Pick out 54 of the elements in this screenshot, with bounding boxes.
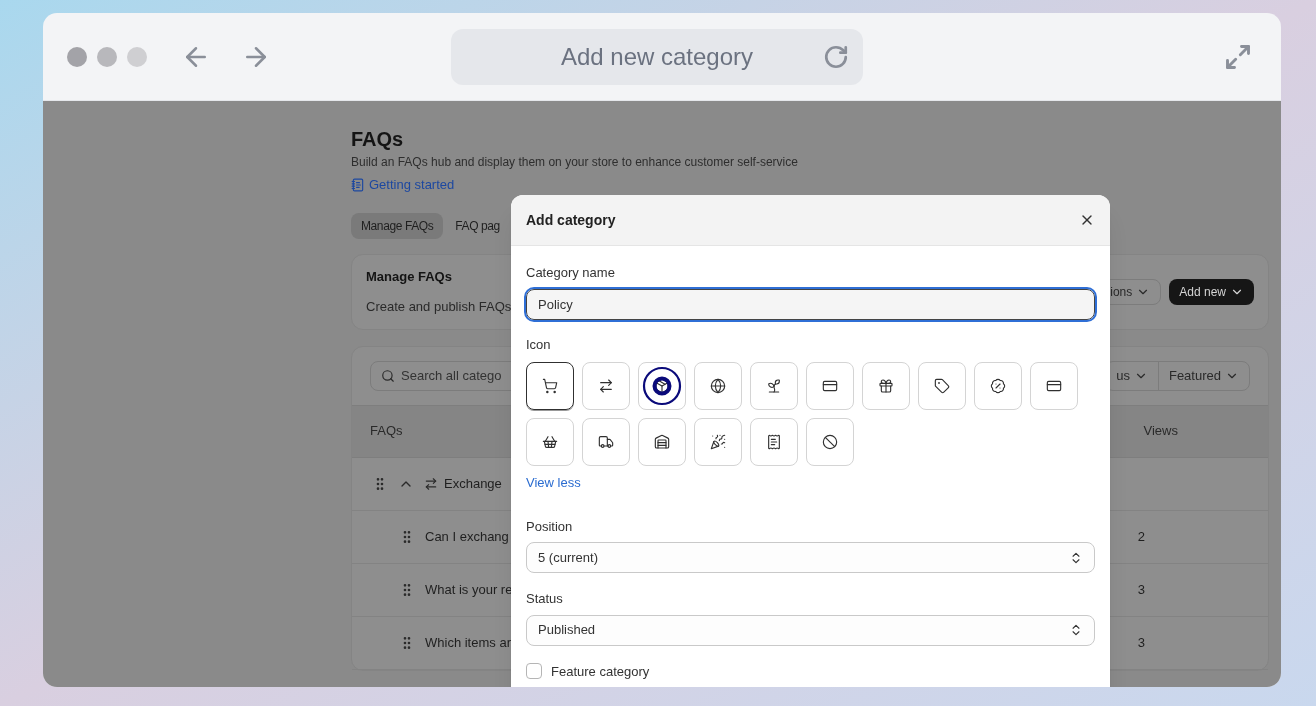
dialog-title: Add category: [526, 210, 616, 230]
prohibited-icon: [822, 434, 838, 450]
gift-icon: [878, 378, 894, 394]
page-title: Add new category: [560, 41, 754, 72]
card-icon: [822, 378, 838, 394]
faq-question: Which items ar: [425, 633, 511, 652]
field-label: Category name: [526, 264, 616, 282]
column-header: FAQs: [370, 422, 403, 441]
store-icon: [654, 434, 670, 450]
percent-badge-icon: [990, 378, 1006, 394]
checkbox-label: Feature category: [551, 662, 650, 681]
page-title: FAQs: [351, 127, 405, 151]
add-new-button[interactable]: Add new: [1169, 278, 1254, 305]
exchange-arrows-icon: [424, 476, 438, 491]
field-label: Status: [526, 590, 564, 608]
category-name-field[interactable]: Policy: [526, 288, 1095, 320]
sprout-icon: [766, 378, 782, 394]
icon-option[interactable]: [526, 362, 574, 410]
feature-checkbox[interactable]: [526, 663, 542, 680]
click-indicator-icon: [642, 366, 682, 406]
truck-icon: [598, 434, 614, 450]
party-popper-icon: [710, 434, 726, 450]
filter-button[interactable]: Featured: [1157, 361, 1249, 390]
exchange-arrows-icon: [598, 378, 614, 394]
tab[interactable]: FAQ pag: [445, 212, 510, 239]
cart-icon: [542, 378, 558, 394]
view-count: 3: [1137, 580, 1145, 599]
tab[interactable]: Manage FAQs: [351, 212, 444, 239]
category-name: Exchange: [444, 474, 502, 493]
view-less-link[interactable]: View less: [526, 473, 581, 493]
view-count: 3: [1137, 633, 1145, 652]
notebook-icon: [351, 177, 365, 192]
card-title: Manage FAQs: [366, 268, 453, 286]
card-icon: [1046, 378, 1062, 394]
search-icon: [381, 368, 395, 383]
tag-icon: [934, 378, 950, 394]
card-description: Create and publish FAQs: [366, 297, 512, 316]
faq-question: Can I exchang: [425, 527, 509, 546]
search-placeholder: Search all catego: [401, 366, 502, 385]
basket-icon: [542, 434, 558, 450]
getting-started-link[interactable]: Getting started: [351, 175, 455, 195]
field-label: Icon: [526, 335, 552, 354]
box-icon: [654, 378, 670, 394]
address-bar[interactable]: Add new category: [451, 28, 863, 85]
view-count: 2: [1137, 527, 1145, 546]
reload-icon[interactable]: [823, 43, 849, 70]
page-subtitle: Build an FAQs hub and display them on your store to enhance customer self-service: [351, 154, 799, 171]
field-label: Position: [526, 517, 574, 536]
status-select[interactable]: Published: [526, 614, 1095, 646]
column-header: Views: [1143, 422, 1178, 441]
receipt-icon: [766, 434, 782, 450]
expand-icon[interactable]: [1224, 42, 1252, 71]
position-select[interactable]: 5 (current): [526, 542, 1095, 573]
filter-button[interactable]: us: [1106, 361, 1158, 390]
